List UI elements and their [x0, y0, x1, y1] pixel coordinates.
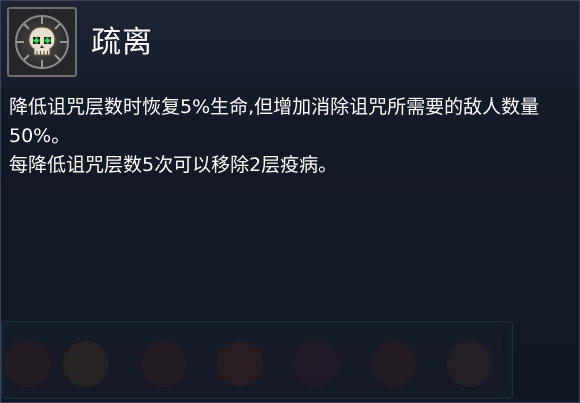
skill-title: 疏离 — [91, 25, 153, 60]
skill-description: 降低诅咒层数时恢复5%生命,但增加消除诅咒所需要的敌人数量50%。 每降低诅咒层… — [9, 93, 573, 180]
tooltip-header: 疏离 — [1, 1, 579, 87]
background-slot-5 — [293, 341, 339, 387]
background-slot-1 — [5, 341, 51, 387]
background-slot-7 — [447, 341, 493, 387]
background-slot-3 — [141, 341, 187, 387]
skull-icon — [17, 17, 67, 67]
background-slot-2 — [63, 341, 109, 387]
skill-description-line-2: 每降低诅咒层数5次可以移除2层疫病。 — [9, 154, 338, 176]
skill-icon-medallion — [15, 15, 69, 69]
skill-description-line-1: 降低诅咒层数时恢复5%生命,但增加消除诅咒所需要的敌人数量50%。 — [9, 96, 540, 147]
background-slot-4 — [217, 341, 263, 387]
skill-icon-frame — [7, 7, 77, 77]
background-slot-6 — [371, 341, 417, 387]
skill-tooltip: 疏离 降低诅咒层数时恢复5%生命,但增加消除诅咒所需要的敌人数量50%。 每降低… — [0, 0, 580, 403]
